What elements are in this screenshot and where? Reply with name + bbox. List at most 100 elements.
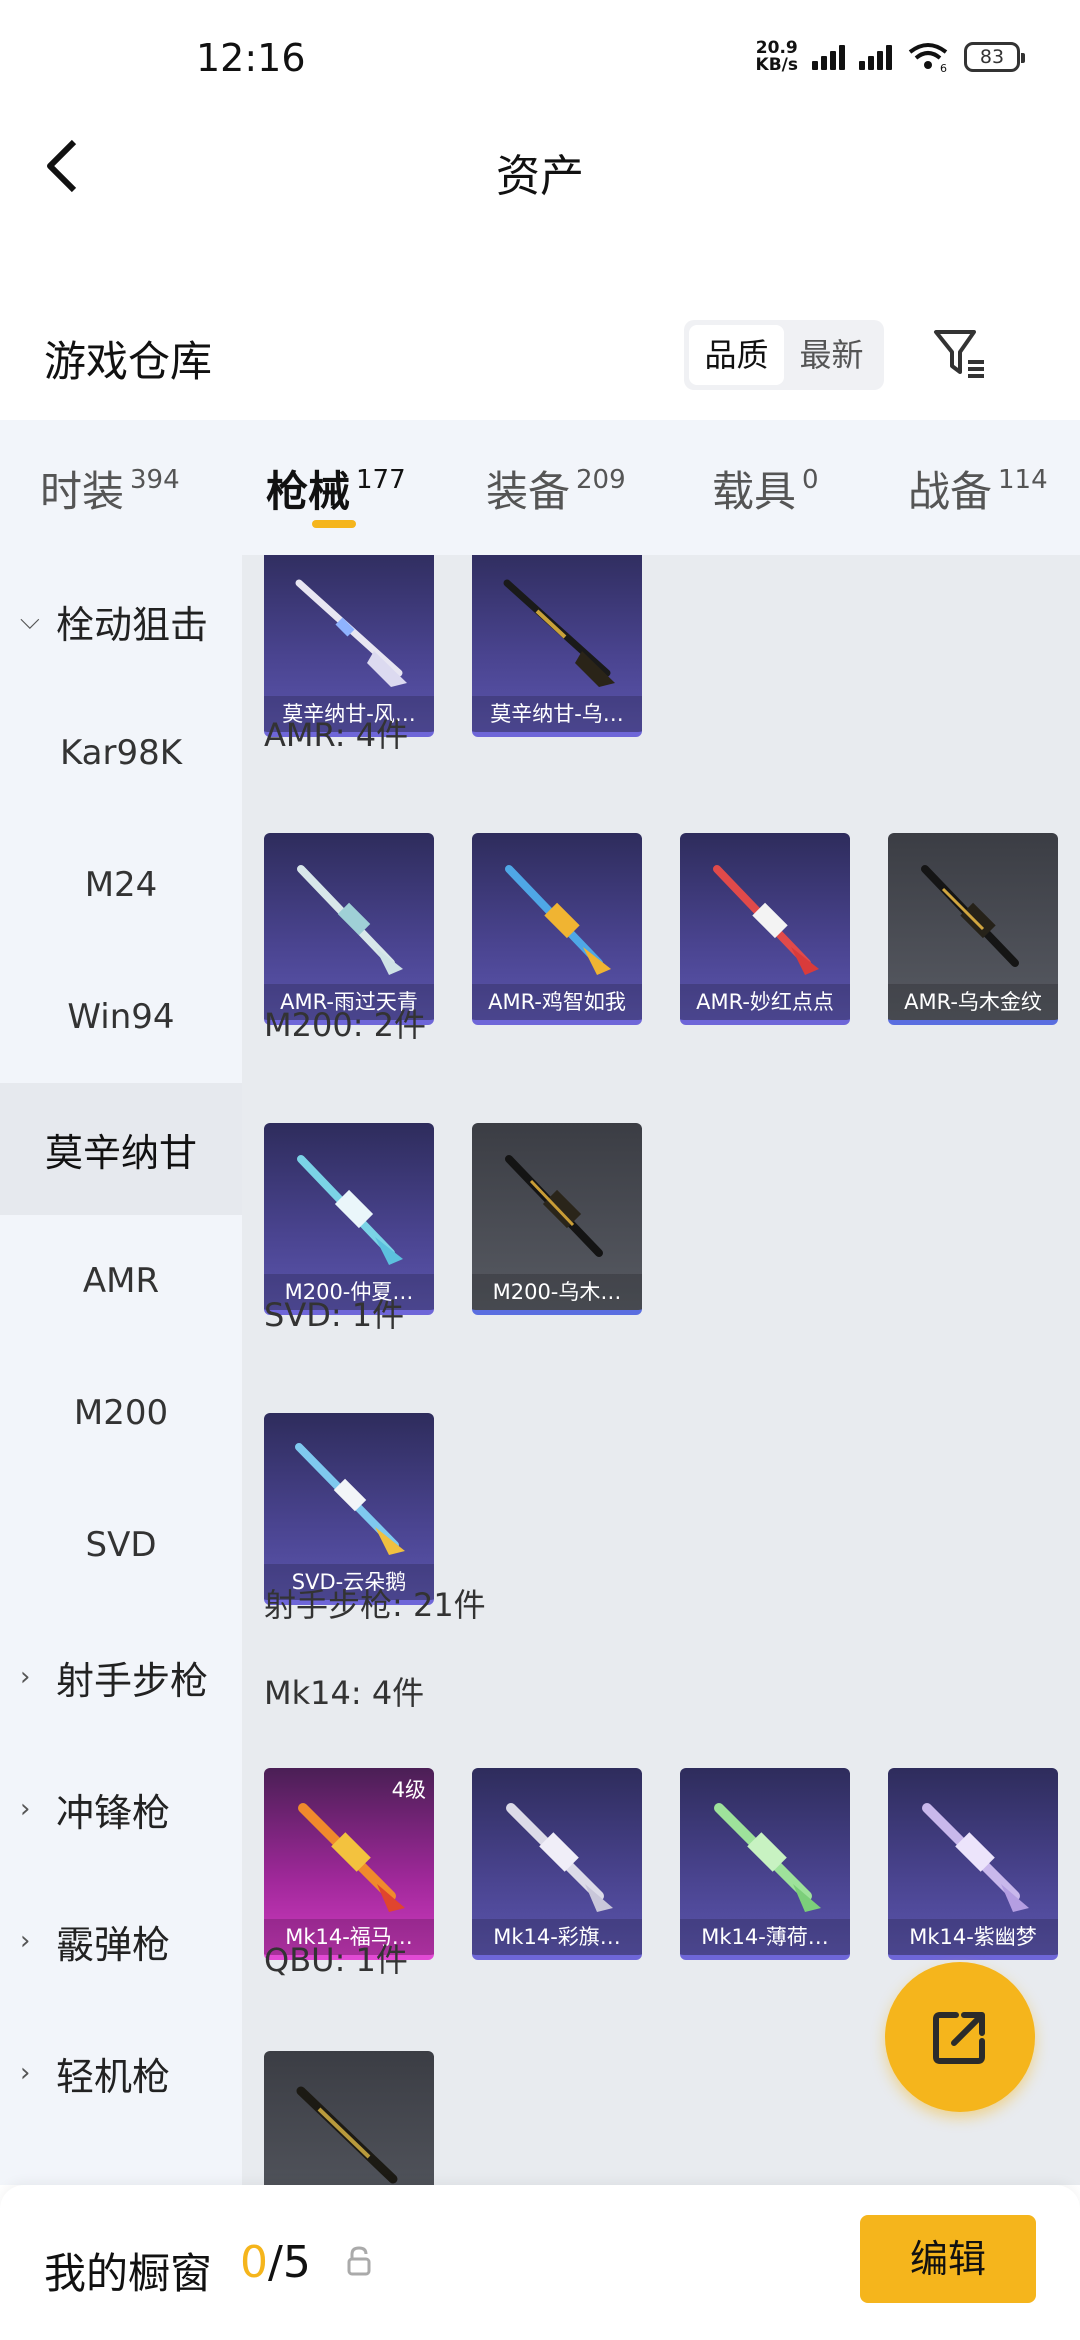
item-card[interactable]: 莫辛纳甘-乌…: [472, 555, 642, 737]
sort-quality[interactable]: 品质: [689, 325, 784, 385]
rifle-icon: [503, 579, 615, 687]
sidebar-group-marksman[interactable]: › 射手步枪: [0, 1611, 242, 1743]
status-bar: 12:16 20.9 KB/s 6 83: [0, 0, 1080, 120]
rifle-icon: [714, 1803, 821, 1912]
sidebar-group-shotgun[interactable]: › 霰弹枪: [0, 1875, 242, 2007]
sidebar-item-label: AMR: [82, 1261, 160, 1301]
tab-supplies[interactable]: 战备 114: [908, 458, 1048, 519]
item-card[interactable]: M200-乌木…: [472, 1123, 642, 1315]
tab-guns[interactable]: 枪械 177: [266, 458, 406, 519]
item-card[interactable]: SVD-云朵鹅: [264, 1413, 434, 1605]
item-name: AMR-乌木金纹: [888, 984, 1058, 1020]
item-level-badge: 4级: [391, 1778, 426, 1802]
chevron-right-icon: ›: [20, 2058, 31, 2088]
tab-vehicles[interactable]: 载具 0: [712, 458, 819, 519]
section-svd: SVD: 1件: [264, 1296, 405, 1334]
page-title: 资产: [496, 151, 584, 202]
lock-icon: [347, 2246, 371, 2276]
showcase-title: 我的橱窗: [44, 2249, 213, 2298]
tab-label: 战备: [908, 467, 993, 516]
item-card[interactable]: AMR-鸡智如我: [472, 833, 642, 1025]
rifle-icon: [505, 1155, 603, 1257]
sidebar-item-kar98k[interactable]: Kar98K: [0, 687, 242, 819]
showcase-count: 0/5: [240, 2237, 311, 2288]
warehouse-row: 游戏仓库 品质 最新: [0, 310, 1080, 410]
tab-count: 177: [356, 465, 406, 495]
item-grid: 莫辛纳甘-风… 莫辛纳甘-乌… AMR: 4件 AMR-雨过天青 AMR-鸡智如…: [242, 555, 1080, 2185]
sidebar-item-svd[interactable]: SVD: [0, 1479, 242, 1611]
sidebar-item-win94[interactable]: Win94: [0, 951, 242, 1083]
item-card[interactable]: Mk14-紫幽梦: [888, 1768, 1058, 1960]
rifle-icon: [922, 1803, 1029, 1912]
item-card[interactable]: [264, 2051, 434, 2185]
tab-equipment[interactable]: 装备 209: [486, 458, 626, 519]
item-card[interactable]: Mk14-彩旗…: [472, 1768, 642, 1960]
showcase-count-current: 0: [240, 2237, 268, 2288]
sidebar-group-lmg[interactable]: › 轻机枪: [0, 2007, 242, 2139]
status-time: 12:16: [196, 36, 306, 80]
sidebar-item-m200[interactable]: M200: [0, 1347, 242, 1479]
item-card[interactable]: Mk14-薄荷…: [680, 1768, 850, 1960]
tab-count: 0: [802, 465, 819, 495]
item-card[interactable]: AMR-妙红点点: [680, 833, 850, 1025]
sidebar-item-label: 射手步枪: [56, 1658, 209, 1703]
item-card[interactable]: 4级 Mk14-福马…: [264, 1768, 434, 1960]
network-speed: 20.9 KB/s: [756, 40, 798, 74]
chevron-right-icon: ›: [20, 1794, 31, 1824]
item-name: AMR-妙红点点: [680, 984, 850, 1020]
section-mk14: Mk14: 4件: [264, 1674, 425, 1712]
item-card[interactable]: M200-仲夏…: [264, 1123, 434, 1315]
sort-newest[interactable]: 最新: [784, 325, 879, 385]
chevron-down-icon: ⌵: [20, 605, 40, 636]
tab-label: 装备: [486, 467, 571, 516]
rifle-icon: [713, 865, 819, 975]
status-icons: 20.9 KB/s 6 83: [756, 40, 1025, 74]
item-name: Mk14-彩旗…: [472, 1919, 642, 1955]
share-icon: [933, 2012, 985, 2064]
sort-toggle: 品质 最新: [684, 320, 884, 390]
rifle-icon: [297, 1155, 403, 1265]
item-card[interactable]: AMR-雨过天青: [264, 833, 434, 1025]
rifle-icon: [295, 579, 407, 687]
tab-count: 114: [998, 465, 1048, 495]
rifle-icon: [298, 1803, 405, 1912]
net-speed-unit: KB/s: [755, 55, 798, 75]
filter-icon: [934, 330, 984, 378]
sidebar-item-label: M24: [84, 865, 158, 905]
rifle-icon: [295, 1443, 405, 1555]
sidebar-group-bolt-sniper[interactable]: ⌵ 栓动狙击: [0, 555, 242, 687]
section-m200: M200: 2件: [264, 1006, 427, 1044]
item-name: Mk14-紫幽梦: [888, 1919, 1058, 1955]
tab-fashion[interactable]: 时装 394: [40, 458, 180, 519]
sidebar-item-label: SVD: [85, 1525, 157, 1565]
share-button[interactable]: [885, 1962, 1035, 2112]
wifi-icon: 6: [908, 43, 948, 73]
item-card[interactable]: AMR-乌木金纹: [888, 833, 1058, 1025]
filter-button[interactable]: [930, 324, 990, 384]
section-qbu: QBU: 1件: [264, 1941, 408, 1979]
sidebar-group-smg[interactable]: › 冲锋枪: [0, 1743, 242, 1875]
sidebar-item-amr[interactable]: AMR: [0, 1215, 242, 1347]
signal-icon: [812, 44, 845, 70]
showcase-count-total: /5: [268, 2237, 311, 2288]
item-name: AMR-鸡智如我: [472, 984, 642, 1020]
sidebar-item-label: M200: [73, 1393, 169, 1433]
warehouse-title: 游戏仓库: [44, 337, 213, 386]
tab-label: 时装: [40, 467, 125, 516]
chevron-right-icon: ›: [20, 1926, 31, 1956]
signal-icon-2: [859, 44, 892, 70]
header: 资产: [0, 120, 1080, 210]
wifi-badge: 6: [940, 62, 947, 73]
rifle-icon: [505, 865, 611, 975]
section-marksman: 射手步枪: 21件: [264, 1586, 486, 1624]
tab-label: 枪械: [266, 467, 351, 516]
sidebar-item-label: 莫辛纳甘: [44, 1130, 197, 1175]
rifle-icon: [506, 1803, 613, 1912]
sidebar-item-mosin[interactable]: 莫辛纳甘: [0, 1083, 242, 1215]
chevron-right-icon: ›: [20, 1662, 31, 1692]
bottom-bar: 我的橱窗 0/5 编辑: [0, 2185, 1080, 2340]
sidebar-item-m24[interactable]: M24: [0, 819, 242, 951]
tab-label: 载具: [712, 467, 797, 516]
sidebar-item-label: 冲锋枪: [56, 1790, 171, 1835]
edit-button[interactable]: 编辑: [860, 2215, 1036, 2303]
